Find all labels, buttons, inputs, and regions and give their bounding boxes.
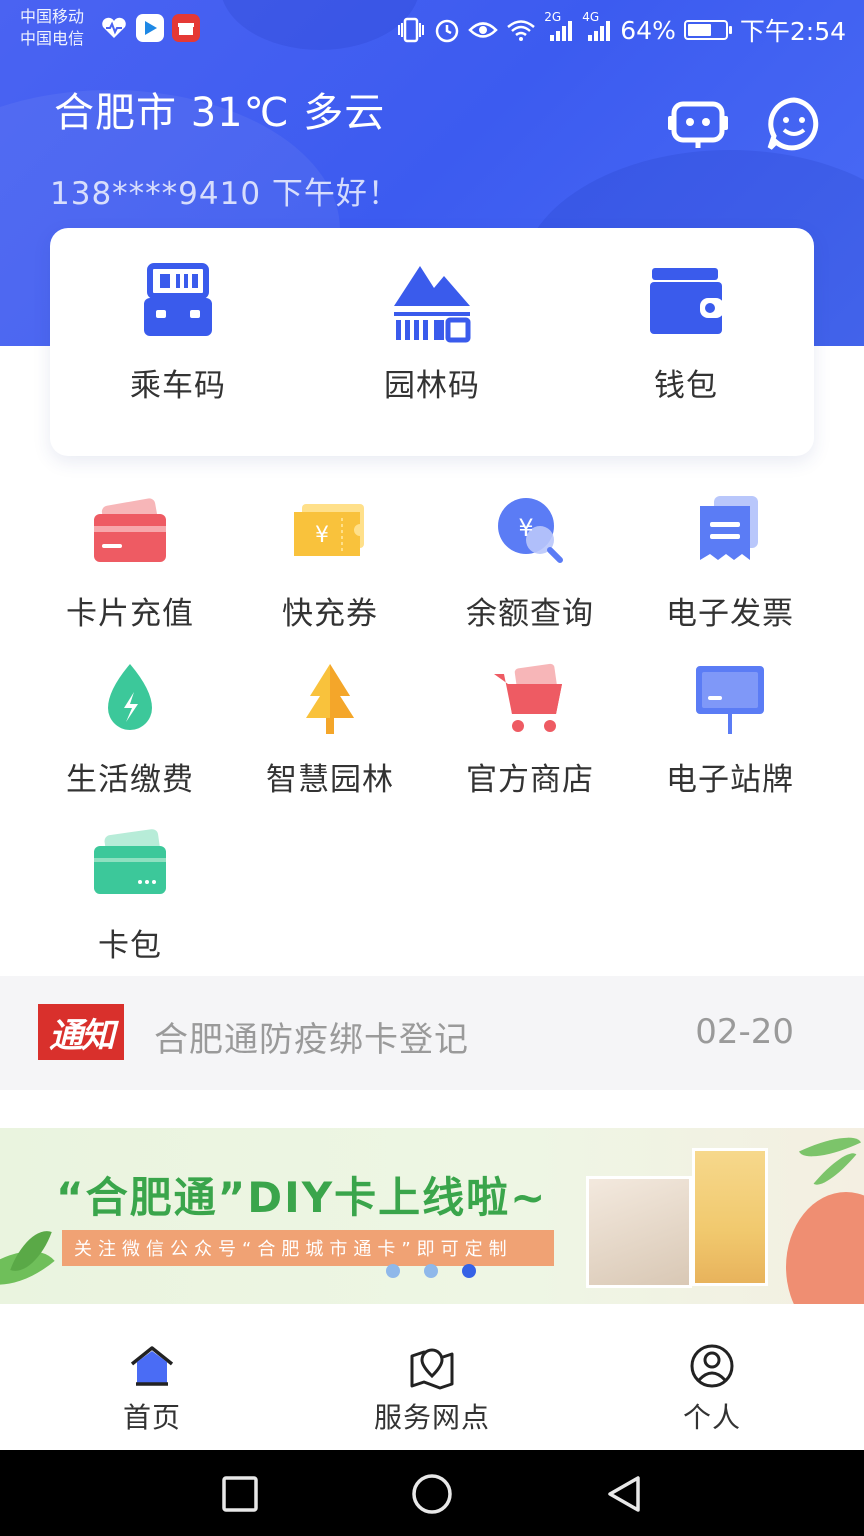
user-greeting: 138****9410 下午好！: [50, 176, 400, 212]
banner-decoration: [786, 1192, 864, 1304]
battery-percent: 64%: [620, 15, 676, 45]
svg-text:¥: ¥: [315, 523, 329, 548]
tab-label: 个人: [682, 1401, 741, 1434]
coupon-icon: ¥: [294, 504, 364, 556]
video-app-icon: [136, 14, 164, 42]
service-e-station-sign[interactable]: 电子站牌: [630, 660, 830, 810]
heart-app-icon: [100, 14, 128, 42]
recent-apps-button[interactable]: [216, 1470, 264, 1518]
tab-label: 首页: [122, 1401, 181, 1434]
service-label: 电子站牌: [666, 762, 794, 798]
status-right: 2G 4G 64% 下午2:54: [396, 10, 846, 48]
banner-subtitle-box: 关注微信公众号“合肥城市通卡”即可定制: [62, 1230, 554, 1266]
home-icon: [130, 1346, 174, 1386]
service-label: 官方商店: [466, 762, 594, 798]
carrier-info: 中国移动 中国电信: [20, 6, 84, 50]
promo-banner[interactable]: “合肥通”DIY卡上线啦~ 关注微信公众号“合肥城市通卡”即可定制: [0, 1128, 864, 1304]
utility-payment-icon: [108, 664, 152, 730]
wifi-icon: [506, 18, 536, 42]
service-balance-query[interactable]: ¥ 余额查询: [430, 494, 630, 644]
triangle-back-icon: [608, 1476, 640, 1512]
battery-icon: [683, 20, 732, 40]
service-label: 卡包: [98, 928, 162, 964]
signal-icon-1: 2G: [544, 10, 574, 42]
banner-photo-family: [692, 1148, 768, 1286]
service-label: 余额查询: [466, 596, 594, 632]
map-location-icon: [410, 1348, 454, 1390]
status-bar: 中国移动 中国电信 2G 4G 64% 下午2:54: [0, 0, 864, 60]
network-type-2: 4G: [582, 10, 600, 24]
gift-app-icon: [172, 14, 200, 42]
banner-dot[interactable]: [386, 1264, 400, 1278]
banner-photo-child: [586, 1176, 692, 1288]
eye-comfort-icon: [468, 19, 499, 41]
quick-action-bus-code[interactable]: 乘车码: [78, 260, 278, 430]
back-button[interactable]: [600, 1470, 648, 1518]
banner-dot-active[interactable]: [462, 1264, 476, 1278]
carrier-1: 中国移动: [20, 7, 85, 26]
person-icon: [690, 1344, 734, 1388]
home-button[interactable]: [408, 1470, 456, 1518]
banner-subtitle: 关注微信公众号“合肥城市通卡”即可定制: [74, 1239, 513, 1260]
quick-actions-card: 乘车码 园林码 钱包: [50, 228, 814, 456]
service-label: 电子发票: [666, 596, 794, 632]
notice-bar[interactable]: 通知 合肥通防疫绑卡登记 02-20: [0, 976, 864, 1090]
quick-action-wallet[interactable]: 钱包: [586, 260, 786, 430]
banner-pagination: [386, 1264, 476, 1278]
service-invoice[interactable]: 电子发票: [630, 494, 830, 644]
tab-home[interactable]: 首页: [52, 1342, 252, 1442]
notice-text[interactable]: 合肥通防疫绑卡登记: [154, 1012, 469, 1061]
app-screen: 中国移动 中国电信 2G 4G 64% 下午2:54 合肥市 31℃ 多云 13…: [0, 0, 864, 1536]
carrier-2: 中国电信: [20, 29, 85, 48]
service-label: 卡片充值: [66, 596, 194, 632]
customer-service-icon[interactable]: [668, 94, 728, 154]
quick-action-label: 钱包: [654, 368, 718, 404]
shop-cart-icon: [494, 663, 562, 732]
city-weather: 合肥市 31℃ 多云: [54, 90, 386, 136]
bus-code-icon: [144, 263, 212, 336]
e-station-sign-icon: [696, 666, 764, 734]
system-navigation-bar: [0, 1450, 864, 1536]
garden-code-icon: [394, 266, 471, 343]
notice-date: 02-20: [695, 1012, 794, 1052]
invoice-icon: [700, 496, 758, 560]
clock: 下午2:54: [739, 17, 846, 46]
balance-query-icon: ¥: [498, 498, 563, 563]
status-app-icons: [100, 14, 200, 42]
service-label: 快充券: [282, 596, 378, 632]
service-label: 智慧园林: [266, 762, 394, 798]
quick-action-label: 乘车码: [130, 368, 226, 404]
quick-action-label: 园林码: [384, 368, 480, 404]
network-type-1: 2G: [544, 10, 562, 24]
tab-personal[interactable]: 个人: [612, 1342, 812, 1442]
service-official-shop[interactable]: 官方商店: [430, 660, 630, 810]
service-utility-payment[interactable]: 生活缴费: [30, 660, 230, 810]
service-card-recharge[interactable]: 卡片充值: [30, 494, 230, 644]
card-recharge-icon: [94, 498, 166, 562]
quick-action-garden-code[interactable]: 园林码: [332, 260, 532, 430]
smile-chat-icon[interactable]: [764, 94, 824, 154]
card-pack-icon: [94, 829, 166, 894]
service-label: 生活缴费: [66, 762, 194, 798]
banner-title: “合肥通”DIY卡上线啦~: [56, 1173, 548, 1222]
service-card-pack[interactable]: 卡包: [30, 826, 230, 976]
svg-text:¥: ¥: [518, 514, 533, 542]
service-coupon[interactable]: ¥ 快充券: [230, 494, 430, 644]
signal-icon-2: 4G: [582, 10, 612, 42]
banner-dot[interactable]: [424, 1264, 438, 1278]
service-smart-garden[interactable]: 智慧园林: [230, 660, 430, 810]
bottom-tab-bar: 首页 服务网点 个人: [0, 1304, 864, 1450]
square-icon: [222, 1476, 258, 1512]
alarm-icon: [434, 17, 460, 43]
vibrate-icon: [396, 17, 426, 43]
notice-badge: 通知: [38, 1004, 124, 1060]
circle-icon: [412, 1474, 452, 1514]
tab-service-points[interactable]: 服务网点: [332, 1342, 532, 1442]
tab-label: 服务网点: [373, 1401, 490, 1434]
wallet-icon: [650, 268, 724, 334]
smart-garden-icon: [306, 664, 354, 734]
